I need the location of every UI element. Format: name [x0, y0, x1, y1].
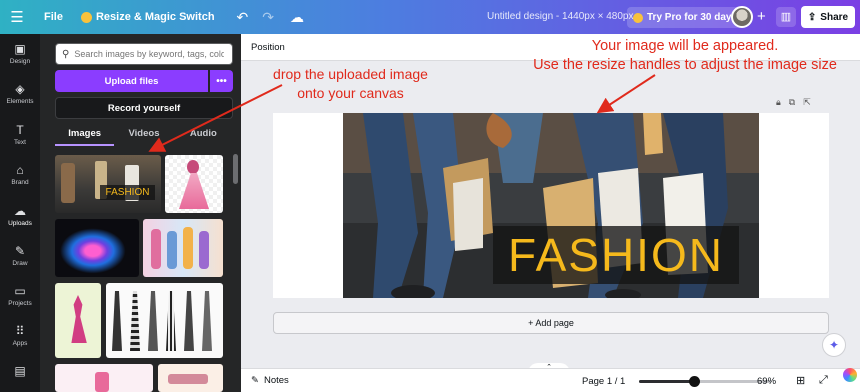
zoom-slider-fill: [639, 380, 694, 383]
page-indicator[interactable]: Page 1 / 1: [582, 376, 625, 387]
zoom-slider-knob[interactable]: [689, 376, 700, 387]
notes-icon: ✎: [251, 375, 259, 386]
zoom-level[interactable]: 69%: [757, 376, 776, 387]
bottom-bar: ✎ Notes Page 1 / 1 69% ⊞ ⤢: [241, 368, 860, 392]
notes-button[interactable]: ✎ Notes: [251, 375, 289, 386]
arrow-to-thumbnail: [148, 84, 283, 152]
annotation-arrows: [148, 74, 656, 152]
arrow-to-canvas: [596, 74, 656, 114]
notes-label: Notes: [263, 375, 289, 386]
zoom-slider[interactable]: [639, 376, 771, 387]
fullscreen-icon[interactable]: ⤢: [819, 374, 828, 387]
canva-logo-icon[interactable]: [843, 368, 857, 382]
grid-view-icon[interactable]: ⊞: [796, 374, 805, 387]
